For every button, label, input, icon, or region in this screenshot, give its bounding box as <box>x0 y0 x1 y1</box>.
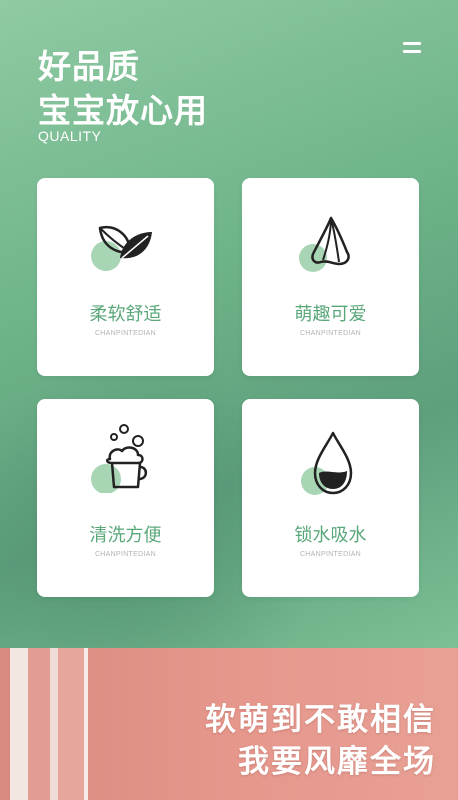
decor-stripe <box>10 648 28 800</box>
page-subtitle: QUALITY <box>38 128 102 144</box>
cloth-icon <box>298 216 350 272</box>
promo-banner: 软萌到不敢相信 我要风靡全场 <box>0 648 458 800</box>
feature-label: 萌趣可爱 <box>294 304 367 325</box>
feature-card-easy-wash: 清洗方便 CHANPINTEDIAN <box>37 399 214 597</box>
banner-headline: 软萌到不敢相信 <box>205 702 436 738</box>
decor-stripe <box>58 648 84 800</box>
page-title: 好品质 <box>38 47 140 86</box>
feature-sublabel: CHANPINTEDIAN <box>299 330 362 337</box>
feature-label: 柔软舒适 <box>89 304 162 325</box>
water-drop-icon <box>300 431 352 495</box>
menu-icon[interactable] <box>401 40 423 56</box>
feature-card-water-lock: 锁水吸水 CHANPINTEDIAN <box>242 399 419 597</box>
bubble-bucket-icon <box>90 424 147 493</box>
feature-sublabel: CHANPINTEDIAN <box>94 551 157 558</box>
feature-sublabel: CHANPINTEDIAN <box>299 551 362 558</box>
feature-card-soft: 柔软舒适 CHANPINTEDIAN <box>37 178 214 376</box>
feature-sublabel: CHANPINTEDIAN <box>94 330 157 337</box>
decor-stripe <box>84 648 88 800</box>
decor-stripe <box>0 648 10 800</box>
leaf-icon <box>90 225 152 271</box>
feature-card-cute: 萌趣可爱 CHANPINTEDIAN <box>242 178 419 376</box>
feature-label: 清洗方便 <box>89 525 162 546</box>
decor-stripe <box>50 648 58 800</box>
hero-section: 好品质 宝宝放心用 QUALITY 柔软舒适 CHANPINTEDIAN 萌趣可… <box>0 0 458 648</box>
banner-subheadline: 我要风靡全场 <box>238 744 436 780</box>
feature-label: 锁水吸水 <box>294 525 367 546</box>
decor-stripe <box>28 648 50 800</box>
page-title-secondary: 宝宝放心用 <box>38 91 208 130</box>
